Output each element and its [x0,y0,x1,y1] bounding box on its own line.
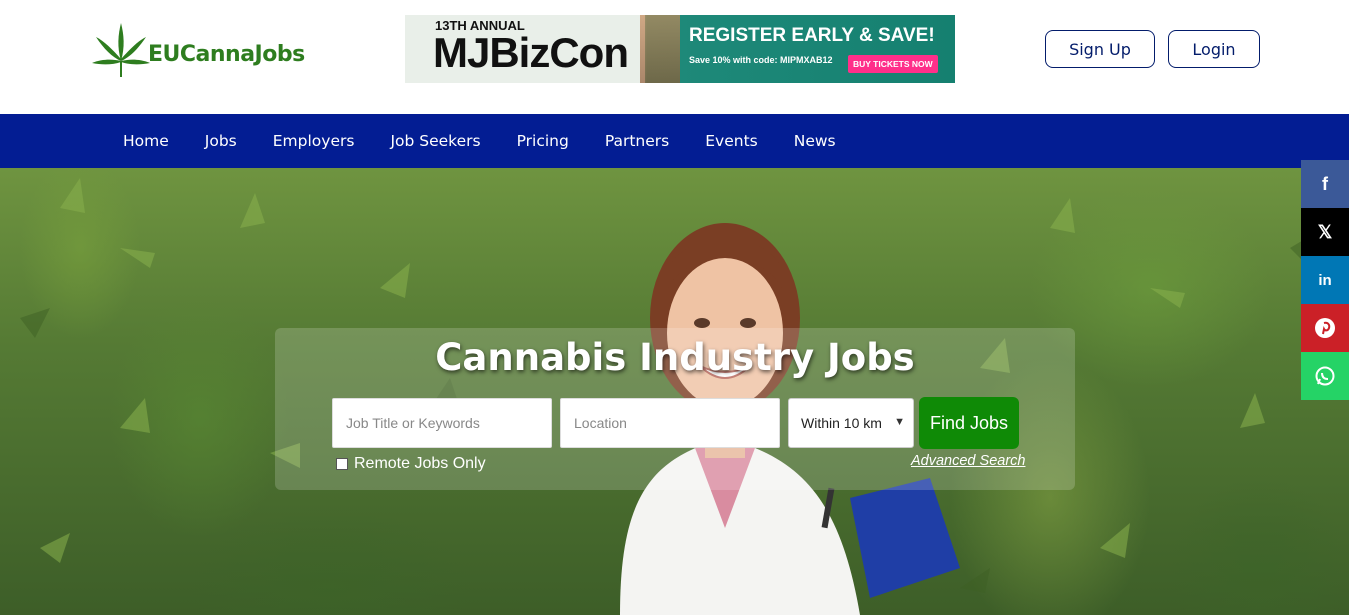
banner-code-text: Save 10% with code: MIPMXAB12 [689,55,833,65]
linkedin-icon: in [1318,271,1332,289]
banner-person-image [640,15,680,83]
nav-item-partners[interactable]: Partners [587,132,687,150]
nav-item-job-seekers[interactable]: Job Seekers [372,132,498,150]
banner-brand-text: MJBizCon [433,29,629,76]
nav-item-events[interactable]: Events [687,132,775,150]
nav-item-news[interactable]: News [776,132,854,150]
facebook-share-button[interactable]: f [1301,160,1349,208]
remote-jobs-label: Remote Jobs Only [354,455,486,472]
whatsapp-icon [1315,366,1335,386]
main-nav: Home Jobs Employers Job Seekers Pricing … [0,114,1349,168]
nav-item-employers[interactable]: Employers [255,132,373,150]
job-search-panel: Cannabis Industry Jobs Job Title or Keyw… [275,328,1075,490]
pinterest-icon [1315,318,1335,338]
nav-item-jobs[interactable]: Jobs [187,132,255,150]
linkedin-share-button[interactable]: in [1301,256,1349,304]
find-jobs-button[interactable]: Find Jobs [919,397,1019,449]
x-icon: 𝕏 [1317,221,1333,242]
nav-item-pricing[interactable]: Pricing [499,132,587,150]
radius-select-value: Within 10 km [801,415,882,431]
pinterest-share-button[interactable] [1301,304,1349,352]
location-input[interactable]: Location [560,398,780,448]
facebook-icon: f [1322,173,1328,194]
remote-jobs-checkbox[interactable]: Remote Jobs Only [336,455,486,473]
banner-cta-text: REGISTER EARLY & SAVE! [689,25,935,46]
chevron-down-icon: ▼ [894,416,905,428]
checkbox-icon[interactable] [336,458,348,470]
signup-button[interactable]: Sign Up [1045,30,1155,68]
hero-title: Cannabis Industry Jobs [435,336,915,379]
site-header: EUCannaJobs 13TH ANNUAL MJBizCon REGISTE… [0,0,1349,114]
whatsapp-share-button[interactable] [1301,352,1349,400]
ad-banner[interactable]: 13TH ANNUAL MJBizCon REGISTER EARLY & SA… [405,15,955,83]
hero-section: Cannabis Industry Jobs Job Title or Keyw… [0,168,1349,615]
keywords-input[interactable]: Job Title or Keywords [332,398,552,448]
banner-buy-button[interactable]: BUY TICKETS NOW [848,55,938,73]
cannabis-leaf-icon [92,23,150,77]
login-button[interactable]: Login [1168,30,1260,68]
site-logo[interactable]: EUCannaJobs [90,20,305,80]
logo-text: EUCannaJobs [148,41,305,67]
advanced-search-link[interactable]: Advanced Search [911,453,1025,469]
radius-select[interactable]: Within 10 km ▼ [788,398,914,448]
x-share-button[interactable]: 𝕏 [1301,208,1349,256]
nav-item-home[interactable]: Home [105,132,187,150]
